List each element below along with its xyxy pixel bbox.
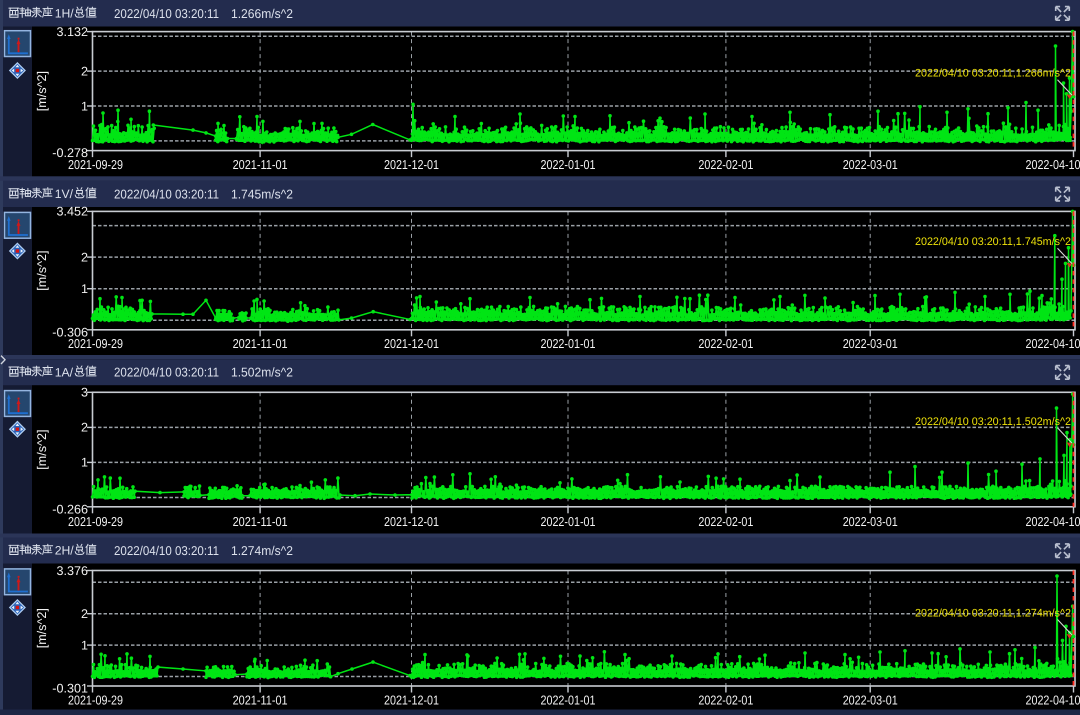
svg-text:[m/s^2]: [m/s^2] <box>35 429 49 469</box>
svg-text:1: 1 <box>81 638 88 652</box>
svg-text:[m/s^2]: [m/s^2] <box>35 71 49 111</box>
svg-text:2022/04/10 03:20:11: 2022/04/10 03:20:11 <box>114 543 219 558</box>
svg-text:2022-03-01: 2022-03-01 <box>843 157 898 172</box>
svg-text:2021-12-01: 2021-12-01 <box>384 157 439 172</box>
svg-text:2022-04-10: 2022-04-10 <box>1026 336 1080 351</box>
svg-text:1: 1 <box>81 99 88 113</box>
svg-text:[m/s^2]: [m/s^2] <box>35 608 49 648</box>
svg-text:1.266m/s^2: 1.266m/s^2 <box>231 6 293 21</box>
svg-text:2: 2 <box>81 250 88 264</box>
svg-text:2022-01-01: 2022-01-01 <box>541 693 596 708</box>
svg-text:1H/: 1H/ <box>55 6 75 20</box>
svg-text:2021-12-01: 2021-12-01 <box>384 336 439 351</box>
svg-text:2021-11-01: 2021-11-01 <box>233 514 288 529</box>
svg-text:2022-01-01: 2022-01-01 <box>541 336 596 351</box>
svg-text:2022/04/10 03:20:11: 2022/04/10 03:20:11 <box>114 6 219 21</box>
svg-text:2022-02-01: 2022-02-01 <box>698 693 753 708</box>
svg-text:3.132: 3.132 <box>56 25 88 39</box>
svg-text:2022/04/10 03:20:11,1.274m/s^2: 2022/04/10 03:20:11,1.274m/s^2 <box>915 608 1071 620</box>
svg-text:2022-04-10: 2022-04-10 <box>1026 693 1080 708</box>
svg-text:1: 1 <box>81 456 88 470</box>
svg-text:2022-04-10: 2022-04-10 <box>1026 157 1080 172</box>
svg-text:3: 3 <box>81 386 88 400</box>
svg-text:2: 2 <box>81 64 88 78</box>
svg-text:2022-03-01: 2022-03-01 <box>843 514 898 529</box>
svg-text:2022/04/10 03:20:11,1.745m/s^2: 2022/04/10 03:20:11,1.745m/s^2 <box>915 236 1071 248</box>
svg-text:2021-09-29: 2021-09-29 <box>68 693 123 708</box>
svg-text:2: 2 <box>81 607 88 621</box>
svg-text:2022-03-01: 2022-03-01 <box>843 693 898 708</box>
svg-text:2022-04-10: 2022-04-10 <box>1026 514 1080 529</box>
svg-text:3.376: 3.376 <box>56 564 88 578</box>
svg-text:2022/04/10 03:20:11: 2022/04/10 03:20:11 <box>114 365 219 380</box>
svg-text:2022/04/10 03:20:11: 2022/04/10 03:20:11 <box>114 186 219 201</box>
svg-text:2022-01-01: 2022-01-01 <box>541 157 596 172</box>
svg-text:2021-12-01: 2021-12-01 <box>384 693 439 708</box>
svg-text:2021-09-29: 2021-09-29 <box>68 157 123 172</box>
svg-text:2021-11-01: 2021-11-01 <box>233 157 288 172</box>
svg-text:[m/s^2]: [m/s^2] <box>35 250 49 290</box>
svg-text:2021-12-01: 2021-12-01 <box>384 514 439 529</box>
svg-text:1.745m/s^2: 1.745m/s^2 <box>231 186 293 201</box>
svg-text:2022-03-01: 2022-03-01 <box>843 336 898 351</box>
svg-text:2022-01-01: 2022-01-01 <box>541 514 596 529</box>
svg-text:2H/: 2H/ <box>55 544 75 558</box>
svg-text:2021-11-01: 2021-11-01 <box>233 336 288 351</box>
svg-text:2021-09-29: 2021-09-29 <box>68 336 123 351</box>
svg-text:3.452: 3.452 <box>56 205 88 219</box>
svg-text:1V/: 1V/ <box>55 187 74 201</box>
svg-text:2022/04/10 03:20:11,1.502m/s^2: 2022/04/10 03:20:11,1.502m/s^2 <box>915 416 1071 428</box>
svg-text:2022-02-01: 2022-02-01 <box>698 157 753 172</box>
svg-text:2022-02-01: 2022-02-01 <box>698 336 753 351</box>
svg-text:1.502m/s^2: 1.502m/s^2 <box>231 365 293 380</box>
svg-text:1A/: 1A/ <box>55 365 74 379</box>
svg-text:2021-09-29: 2021-09-29 <box>68 514 123 529</box>
svg-text:1.274m/s^2: 1.274m/s^2 <box>231 543 293 558</box>
svg-text:1: 1 <box>81 282 88 296</box>
svg-text:2022/04/10 03:20:11,1.266m/s^2: 2022/04/10 03:20:11,1.266m/s^2 <box>915 68 1071 80</box>
svg-text:2: 2 <box>81 421 88 435</box>
svg-text:2022-02-01: 2022-02-01 <box>698 514 753 529</box>
svg-text:2021-11-01: 2021-11-01 <box>233 693 288 708</box>
